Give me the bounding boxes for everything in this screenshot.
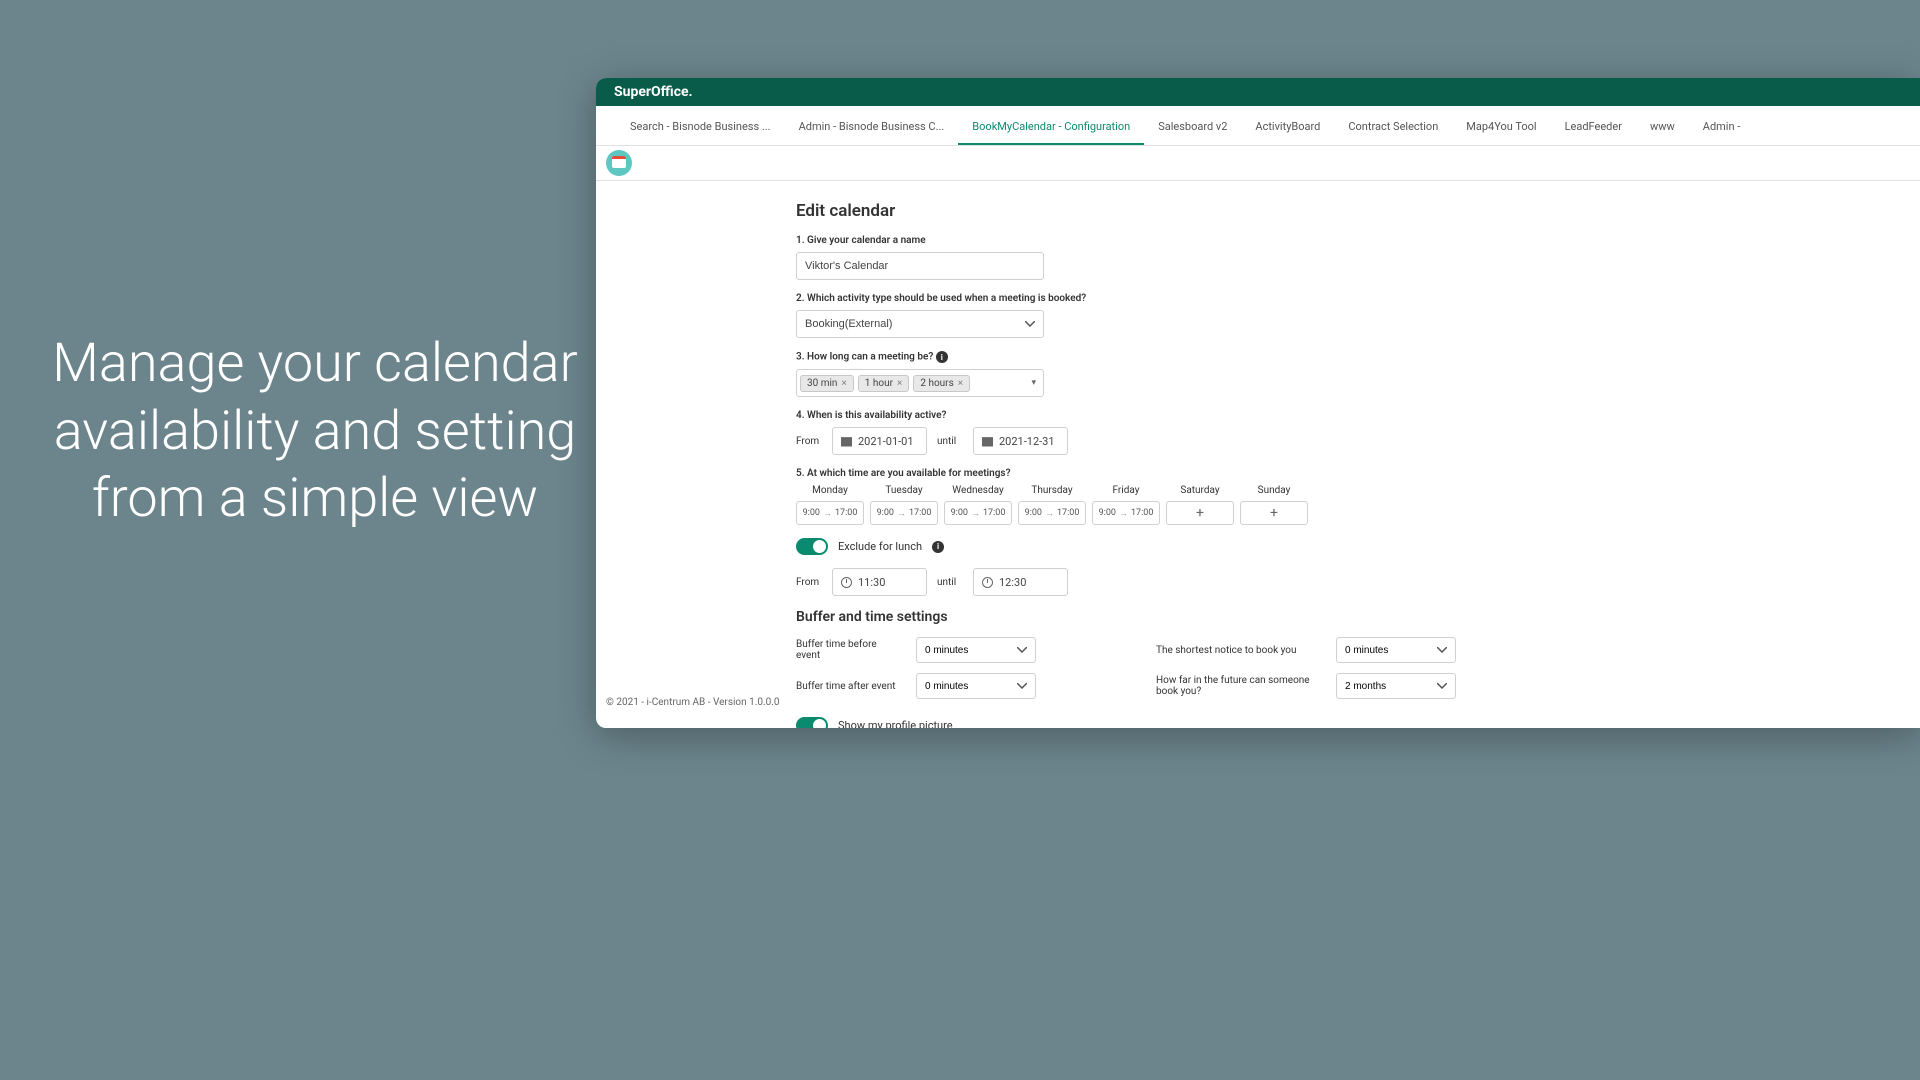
lunch-from-time[interactable]: 11:30 <box>832 568 927 596</box>
lunch-until-label: until <box>937 577 963 588</box>
day-time-range[interactable]: 9:00 → 17:00 <box>870 501 938 525</box>
day-column: Tuesday 9:00 → 17:00 <box>870 485 938 525</box>
day-column: Thursday 9:00 → 17:00 <box>1018 485 1086 525</box>
arrow-right-icon: → <box>897 508 906 519</box>
q2-label: 2. Which activity type should be used wh… <box>796 293 1920 304</box>
app-logo: SuperOffice. <box>614 84 693 100</box>
tab[interactable]: Salesboard v2 <box>1144 110 1241 145</box>
chip-remove-icon[interactable]: × <box>841 378 846 389</box>
lunch-until-time[interactable]: 12:30 <box>973 568 1068 596</box>
active-from-date[interactable]: 2021-01-01 <box>832 427 927 455</box>
buffer-before-label: Buffer time before event <box>796 639 896 661</box>
app-footer: © 2021 - i-Centrum AB - Version 1.0.0.0 <box>606 697 780 708</box>
shortest-notice-label: The shortest notice to book you <box>1156 645 1316 656</box>
info-icon[interactable]: i <box>932 541 944 553</box>
arrow-right-icon: → <box>1119 508 1128 519</box>
tab[interactable]: ActivityBoard <box>1241 110 1334 145</box>
day-time-range[interactable]: 9:00 → 17:00 <box>944 501 1012 525</box>
tab[interactable]: www <box>1636 110 1689 145</box>
chip-remove-icon[interactable]: × <box>958 378 963 389</box>
day-name: Thursday <box>1018 485 1086 496</box>
info-icon[interactable]: i <box>936 351 948 363</box>
day-column: Wednesday 9:00 → 17:00 <box>944 485 1012 525</box>
plus-icon: + <box>1196 505 1204 521</box>
day-name: Tuesday <box>870 485 938 496</box>
shortest-notice-select[interactable]: 0 minutes <box>1336 637 1456 663</box>
calendar-name-input[interactable] <box>796 252 1044 280</box>
tab[interactable]: Search - Bisnode Business ... <box>616 110 785 145</box>
q4-label: 4. When is this availability active? <box>796 410 1920 421</box>
calendar-app-icon[interactable] <box>606 150 632 176</box>
show-profile-picture-label: Show my profile picture <box>838 719 953 728</box>
clock-icon <box>841 577 852 588</box>
buffer-section-title: Buffer and time settings <box>796 609 1920 625</box>
day-column: Monday 9:00 → 17:00 <box>796 485 864 525</box>
q3-label: 3. How long can a meeting be? i <box>796 351 1920 363</box>
day-name: Friday <box>1092 485 1160 496</box>
future-booking-label: How far in the future can someone book y… <box>1156 675 1316 697</box>
until-label: until <box>937 436 963 447</box>
duration-chip-input[interactable]: 30 min ×1 hour ×2 hours × ▾ <box>796 369 1044 397</box>
show-profile-picture-toggle[interactable] <box>796 717 828 728</box>
calendar-icon <box>841 436 852 447</box>
exclude-lunch-label: Exclude for lunch <box>838 540 922 553</box>
tab[interactable]: BookMyCalendar - Configuration <box>958 110 1144 145</box>
day-time-range[interactable]: + <box>1240 501 1308 525</box>
calendar-icon <box>982 436 993 447</box>
chip-remove-icon[interactable]: × <box>897 378 902 389</box>
active-until-date[interactable]: 2021-12-31 <box>973 427 1068 455</box>
day-name: Wednesday <box>944 485 1012 496</box>
day-column: Friday 9:00 → 17:00 <box>1092 485 1160 525</box>
weekday-availability-row: Monday9:00 → 17:00Tuesday9:00 → 17:00Wed… <box>796 485 1920 525</box>
day-time-range[interactable]: 9:00 → 17:00 <box>1018 501 1086 525</box>
edit-calendar-panel: Edit calendar 1. Give your calendar a na… <box>596 181 1920 728</box>
chevron-down-icon[interactable]: ▾ <box>1031 378 1040 388</box>
duration-chip[interactable]: 1 hour × <box>858 375 910 392</box>
app-window: SuperOffice. Search - Bisnode Business .… <box>596 78 1920 728</box>
buffer-after-label: Buffer time after event <box>796 681 896 692</box>
duration-chip[interactable]: 2 hours × <box>913 375 970 392</box>
day-name: Sunday <box>1240 485 1308 496</box>
day-column: Saturday + <box>1166 485 1234 525</box>
day-name: Monday <box>796 485 864 496</box>
app-header: SuperOffice. <box>596 78 1920 106</box>
arrow-right-icon: → <box>823 508 832 519</box>
day-time-range[interactable]: 9:00 → 17:00 <box>1092 501 1160 525</box>
hero-headline: Manage your calendar availability and se… <box>40 330 590 533</box>
arrow-right-icon: → <box>1045 508 1054 519</box>
day-column: Sunday + <box>1240 485 1308 525</box>
arrow-right-icon: → <box>971 508 980 519</box>
day-time-range[interactable]: 9:00 → 17:00 <box>796 501 864 525</box>
tab[interactable]: Map4You Tool <box>1452 110 1550 145</box>
tab-bar: Search - Bisnode Business ...Admin - Bis… <box>596 106 1920 146</box>
future-booking-select[interactable]: 2 months <box>1336 673 1456 699</box>
page-title: Edit calendar <box>796 201 1920 221</box>
plus-icon: + <box>1270 505 1278 521</box>
tab[interactable]: LeadFeeder <box>1551 110 1636 145</box>
q1-label: 1. Give your calendar a name <box>796 235 1920 246</box>
activity-type-select[interactable]: Booking(External) <box>796 310 1044 338</box>
q5-label: 5. At which time are you available for m… <box>796 468 1920 479</box>
tab[interactable]: Admin - Bisnode Business C... <box>785 110 959 145</box>
buffer-before-select[interactable]: 0 minutes <box>916 637 1036 663</box>
from-label: From <box>796 436 822 447</box>
day-name: Saturday <box>1166 485 1234 496</box>
buffer-after-select[interactable]: 0 minutes <box>916 673 1036 699</box>
tab[interactable]: Contract Selection <box>1334 110 1452 145</box>
exclude-lunch-toggle[interactable] <box>796 538 828 555</box>
duration-chip[interactable]: 30 min × <box>800 375 854 392</box>
tab[interactable]: Admin - <box>1689 110 1755 145</box>
clock-icon <box>982 577 993 588</box>
toolbar <box>596 146 1920 181</box>
day-time-range[interactable]: + <box>1166 501 1234 525</box>
lunch-from-label: From <box>796 577 822 588</box>
